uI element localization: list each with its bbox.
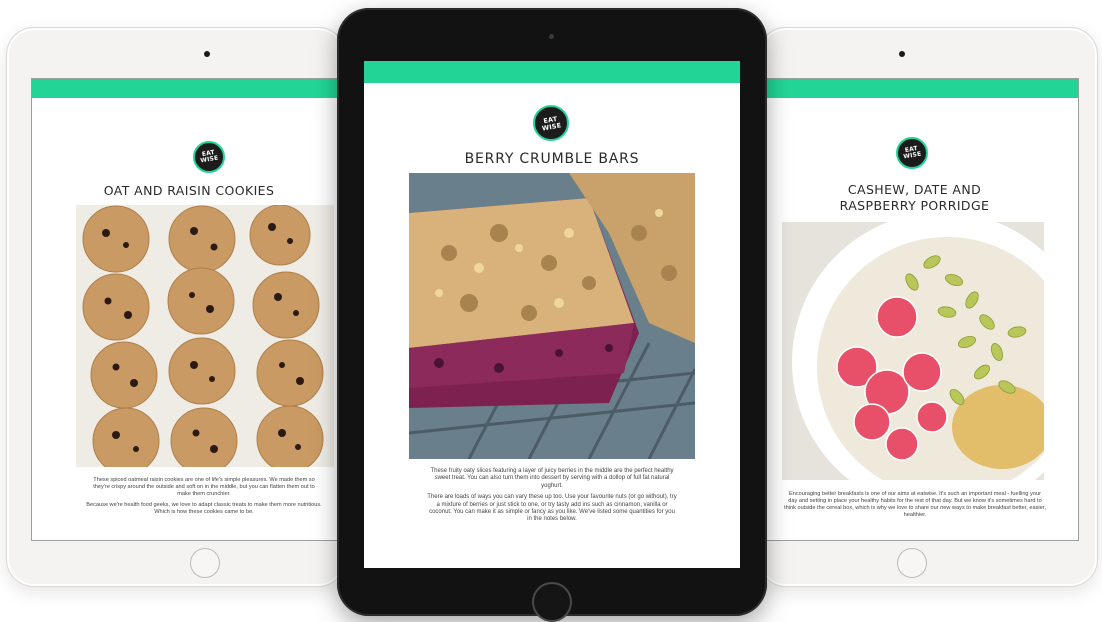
recipe-description: These spiced oatmeal raisin cookies are …	[86, 477, 322, 520]
recipe-title: OAT AND RAISIN COOKIES	[103, 183, 275, 198]
description-paragraph: Because we're health food geeks, we love…	[86, 502, 322, 515]
description-paragraph: These fruity oaty slices featuring a lay…	[430, 468, 674, 489]
brand-logo: EAT WISE	[896, 137, 928, 169]
brand-logo: EAT WISE	[193, 141, 225, 173]
recipe-title: CASHEW, DATE AND RASPBERRY PORRIDGE	[839, 182, 990, 213]
brand-logo-text: EAT WISE	[902, 144, 922, 161]
front-camera	[204, 51, 210, 57]
tablet-center-screen: EAT WISE BERRY CRUMBLE BARS These fruity…	[364, 61, 740, 568]
recipe-title: BERRY CRUMBLE BARS	[464, 151, 640, 167]
cookies-photo-icon	[76, 205, 334, 467]
tablet-left-screen: EAT WISE OAT AND RAISIN COOKIES These sp…	[31, 78, 347, 541]
home-button[interactable]	[897, 548, 927, 578]
tablet-center: EAT WISE BERRY CRUMBLE BARS These fruity…	[337, 8, 767, 622]
tablet-right-screen: EAT WISE CASHEW, DATE AND RASPBERRY PORR…	[763, 78, 1079, 541]
accent-bar	[32, 79, 346, 98]
description-paragraph: These spiced oatmeal raisin cookies are …	[93, 477, 315, 497]
tablet-left: EAT WISE OAT AND RAISIN COOKIES These sp…	[6, 27, 347, 587]
accent-bar	[364, 61, 740, 83]
recipe-photo-porridge	[782, 222, 1044, 480]
brand-logo-text: EAT WISE	[199, 148, 219, 165]
recipe-photo-cookies	[76, 205, 334, 467]
home-button[interactable]	[532, 582, 572, 622]
crumble-bars-photo-icon	[409, 173, 695, 459]
description-paragraph: There are loads of ways you can vary the…	[427, 494, 677, 523]
description-paragraph: Encouraging better breakfasts is one of …	[784, 491, 1046, 518]
recipe-description: Encouraging better breakfasts is one of …	[784, 491, 1046, 523]
recipe-photo-crumble-bars	[409, 173, 695, 459]
front-camera	[549, 34, 554, 39]
accent-bar	[764, 79, 1078, 98]
tablet-right: EAT WISE CASHEW, DATE AND RASPBERRY PORR…	[758, 27, 1098, 587]
front-camera	[899, 51, 905, 57]
brand-logo-text: EAT WISE	[541, 114, 562, 132]
porridge-photo-icon	[782, 222, 1044, 480]
brand-logo: EAT WISE	[533, 105, 569, 141]
home-button[interactable]	[190, 548, 220, 578]
recipe-description: These fruity oaty slices featuring a lay…	[427, 468, 677, 528]
